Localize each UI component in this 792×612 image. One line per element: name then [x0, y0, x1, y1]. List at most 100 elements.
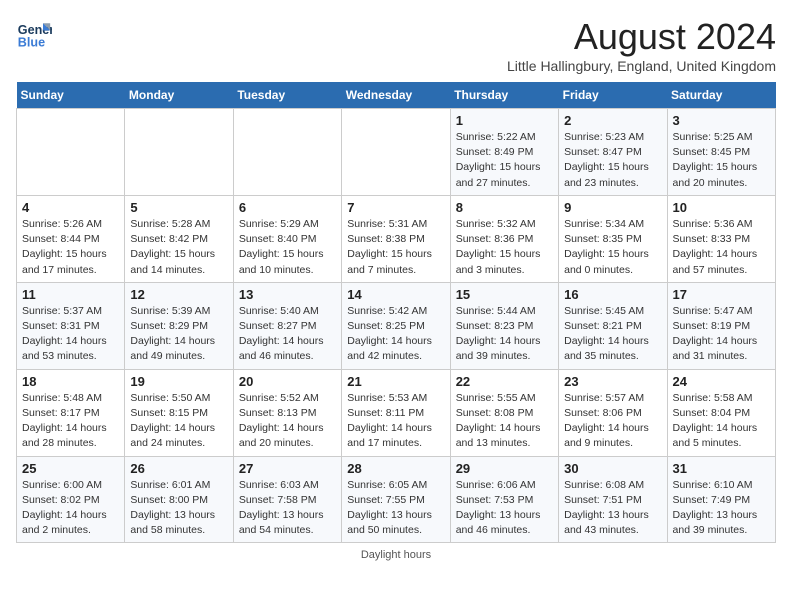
calendar-cell: 25 Sunrise: 6:00 AM Sunset: 8:02 PM Dayli…	[17, 456, 125, 543]
calendar-cell	[125, 109, 233, 196]
calendar-cell: 24 Sunrise: 5:58 AM Sunset: 8:04 PM Dayli…	[667, 369, 775, 456]
calendar-cell: 26 Sunrise: 6:01 AM Sunset: 8:00 PM Dayli…	[125, 456, 233, 543]
calendar-cell: 28 Sunrise: 6:05 AM Sunset: 7:55 PM Dayli…	[342, 456, 450, 543]
day-info: Sunrise: 5:23 AM Sunset: 8:47 PM Dayligh…	[564, 130, 661, 191]
calendar-cell: 29 Sunrise: 6:06 AM Sunset: 7:53 PM Dayli…	[450, 456, 558, 543]
day-number: 1	[456, 113, 553, 128]
calendar-week-row: 25 Sunrise: 6:00 AM Sunset: 8:02 PM Dayli…	[17, 456, 776, 543]
calendar-cell: 10 Sunrise: 5:36 AM Sunset: 8:33 PM Dayli…	[667, 195, 775, 282]
calendar-cell: 23 Sunrise: 5:57 AM Sunset: 8:06 PM Dayli…	[559, 369, 667, 456]
day-info: Sunrise: 6:01 AM Sunset: 8:00 PM Dayligh…	[130, 478, 227, 539]
day-number: 26	[130, 461, 227, 476]
day-info: Sunrise: 6:05 AM Sunset: 7:55 PM Dayligh…	[347, 478, 444, 539]
calendar-cell: 22 Sunrise: 5:55 AM Sunset: 8:08 PM Dayli…	[450, 369, 558, 456]
logo-icon: General Blue	[16, 16, 52, 52]
day-info: Sunrise: 5:34 AM Sunset: 8:35 PM Dayligh…	[564, 217, 661, 278]
day-number: 18	[22, 374, 119, 389]
calendar-cell: 9 Sunrise: 5:34 AM Sunset: 8:35 PM Daylig…	[559, 195, 667, 282]
day-number: 27	[239, 461, 336, 476]
calendar-cell: 17 Sunrise: 5:47 AM Sunset: 8:19 PM Dayli…	[667, 282, 775, 369]
calendar-cell	[233, 109, 341, 196]
day-number: 4	[22, 200, 119, 215]
calendar-cell: 12 Sunrise: 5:39 AM Sunset: 8:29 PM Dayli…	[125, 282, 233, 369]
day-number: 2	[564, 113, 661, 128]
calendar-cell: 2 Sunrise: 5:23 AM Sunset: 8:47 PM Daylig…	[559, 109, 667, 196]
calendar-cell: 6Sunrise: 5:29 AM Sunset: 8:40 PM Daylig…	[233, 195, 341, 282]
day-number: 20	[239, 374, 336, 389]
column-header-saturday: Saturday	[667, 82, 775, 109]
day-number: 10	[673, 200, 770, 215]
day-number: 5	[130, 200, 227, 215]
calendar-cell: 15Sunrise: 5:44 AM Sunset: 8:23 PM Dayli…	[450, 282, 558, 369]
day-info: Sunrise: 5:57 AM Sunset: 8:06 PM Dayligh…	[564, 391, 661, 452]
day-info: Sunrise: 5:55 AM Sunset: 8:08 PM Dayligh…	[456, 391, 553, 452]
day-info: Sunrise: 5:22 AM Sunset: 8:49 PM Dayligh…	[456, 130, 553, 191]
footer-label: Daylight hours	[16, 549, 776, 561]
day-number: 19	[130, 374, 227, 389]
day-info: Sunrise: 5:53 AM Sunset: 8:11 PM Dayligh…	[347, 391, 444, 452]
calendar-week-row: 4 Sunrise: 5:26 AM Sunset: 8:44 PM Daylig…	[17, 195, 776, 282]
calendar-week-row: 1 Sunrise: 5:22 AM Sunset: 8:49 PM Daylig…	[17, 109, 776, 196]
day-number: 11	[22, 287, 119, 302]
day-info: Sunrise: 5:47 AM Sunset: 8:19 PM Dayligh…	[673, 304, 770, 365]
day-number: 25	[22, 461, 119, 476]
svg-text:Blue: Blue	[18, 36, 45, 50]
day-info: Sunrise: 5:42 AM Sunset: 8:25 PM Dayligh…	[347, 304, 444, 365]
day-number: 13	[239, 287, 336, 302]
calendar-cell: 7 Sunrise: 5:31 AM Sunset: 8:38 PM Daylig…	[342, 195, 450, 282]
calendar-cell: 27 Sunrise: 6:03 AM Sunset: 7:58 PM Dayli…	[233, 456, 341, 543]
calendar-cell: 4 Sunrise: 5:26 AM Sunset: 8:44 PM Daylig…	[17, 195, 125, 282]
month-title: August 2024	[507, 16, 776, 58]
day-number: 31	[673, 461, 770, 476]
calendar-cell: 14Sunrise: 5:42 AM Sunset: 8:25 PM Dayli…	[342, 282, 450, 369]
calendar-body: 1 Sunrise: 5:22 AM Sunset: 8:49 PM Daylig…	[17, 109, 776, 543]
calendar-table: SundayMondayTuesdayWednesdayThursdayFrid…	[16, 82, 776, 543]
day-info: Sunrise: 6:08 AM Sunset: 7:51 PM Dayligh…	[564, 478, 661, 539]
day-number: 8	[456, 200, 553, 215]
calendar-cell: 5 Sunrise: 5:28 AM Sunset: 8:42 PM Daylig…	[125, 195, 233, 282]
calendar-cell: 1 Sunrise: 5:22 AM Sunset: 8:49 PM Daylig…	[450, 109, 558, 196]
day-number: 23	[564, 374, 661, 389]
day-number: 15	[456, 287, 553, 302]
day-info: Sunrise: 5:31 AM Sunset: 8:38 PM Dayligh…	[347, 217, 444, 278]
calendar-cell: 20Sunrise: 5:52 AM Sunset: 8:13 PM Dayli…	[233, 369, 341, 456]
column-header-thursday: Thursday	[450, 82, 558, 109]
day-info: Sunrise: 5:50 AM Sunset: 8:15 PM Dayligh…	[130, 391, 227, 452]
column-header-tuesday: Tuesday	[233, 82, 341, 109]
calendar-cell: 19 Sunrise: 5:50 AM Sunset: 8:15 PM Dayli…	[125, 369, 233, 456]
calendar-cell: 3Sunrise: 5:25 AM Sunset: 8:45 PM Daylig…	[667, 109, 775, 196]
day-info: Sunrise: 5:26 AM Sunset: 8:44 PM Dayligh…	[22, 217, 119, 278]
day-info: Sunrise: 5:32 AM Sunset: 8:36 PM Dayligh…	[456, 217, 553, 278]
day-info: Sunrise: 5:36 AM Sunset: 8:33 PM Dayligh…	[673, 217, 770, 278]
calendar-week-row: 11Sunrise: 5:37 AM Sunset: 8:31 PM Dayli…	[17, 282, 776, 369]
day-number: 17	[673, 287, 770, 302]
calendar-cell: 8 Sunrise: 5:32 AM Sunset: 8:36 PM Daylig…	[450, 195, 558, 282]
day-number: 7	[347, 200, 444, 215]
day-number: 28	[347, 461, 444, 476]
calendar-header-row: SundayMondayTuesdayWednesdayThursdayFrid…	[17, 82, 776, 109]
column-header-sunday: Sunday	[17, 82, 125, 109]
day-info: Sunrise: 6:03 AM Sunset: 7:58 PM Dayligh…	[239, 478, 336, 539]
calendar-cell: 30Sunrise: 6:08 AM Sunset: 7:51 PM Dayli…	[559, 456, 667, 543]
day-info: Sunrise: 5:39 AM Sunset: 8:29 PM Dayligh…	[130, 304, 227, 365]
calendar-cell: 31Sunrise: 6:10 AM Sunset: 7:49 PM Dayli…	[667, 456, 775, 543]
day-number: 22	[456, 374, 553, 389]
day-info: Sunrise: 5:58 AM Sunset: 8:04 PM Dayligh…	[673, 391, 770, 452]
day-info: Sunrise: 6:00 AM Sunset: 8:02 PM Dayligh…	[22, 478, 119, 539]
calendar-cell: 18Sunrise: 5:48 AM Sunset: 8:17 PM Dayli…	[17, 369, 125, 456]
title-block: August 2024 Little Hallingbury, England,…	[507, 16, 776, 74]
calendar-cell: 13 Sunrise: 5:40 AM Sunset: 8:27 PM Dayli…	[233, 282, 341, 369]
day-number: 29	[456, 461, 553, 476]
day-info: Sunrise: 5:40 AM Sunset: 8:27 PM Dayligh…	[239, 304, 336, 365]
calendar-cell: 16Sunrise: 5:45 AM Sunset: 8:21 PM Dayli…	[559, 282, 667, 369]
column-header-friday: Friday	[559, 82, 667, 109]
day-number: 9	[564, 200, 661, 215]
day-info: Sunrise: 6:06 AM Sunset: 7:53 PM Dayligh…	[456, 478, 553, 539]
day-info: Sunrise: 5:28 AM Sunset: 8:42 PM Dayligh…	[130, 217, 227, 278]
day-number: 12	[130, 287, 227, 302]
day-number: 21	[347, 374, 444, 389]
day-number: 24	[673, 374, 770, 389]
day-info: Sunrise: 5:29 AM Sunset: 8:40 PM Dayligh…	[239, 217, 336, 278]
day-number: 3	[673, 113, 770, 128]
calendar-cell	[342, 109, 450, 196]
